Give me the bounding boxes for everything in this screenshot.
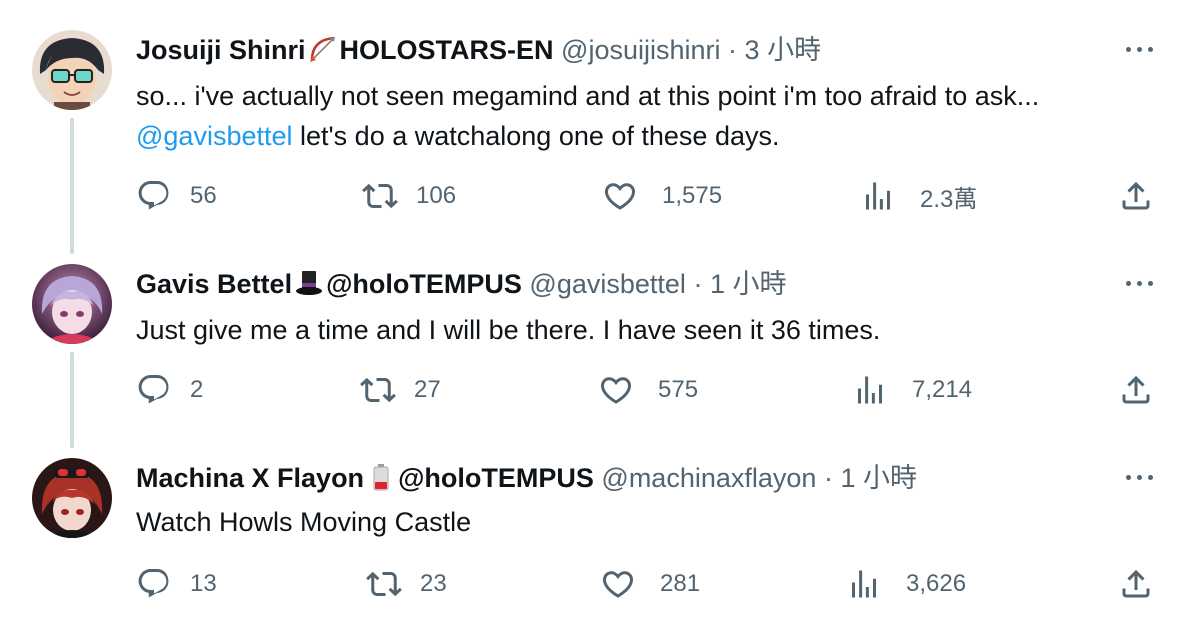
retweet-icon [360,377,396,403]
tweet-text: Just give me a time and I will be there.… [136,315,881,345]
action-bar: 2 27 575 7,214 [0,372,1190,416]
retweet-button[interactable]: 106 [362,178,456,214]
retweet-icon [362,183,398,209]
more-icon [1126,281,1131,286]
mention-link[interactable]: @gavisbettel [136,121,293,151]
like-count: 1,575 [662,182,723,209]
top-hat-emoji-icon [294,268,324,298]
heart-icon [602,571,634,598]
views-count: 3,626 [906,570,967,597]
retweet-count: 106 [416,182,457,209]
action-bar: 13 23 281 3,626 [0,566,1190,610]
bow-arrow-emoji-icon [308,34,338,64]
reply-button[interactable]: 2 [136,372,203,408]
share-button[interactable] [1118,372,1154,408]
reply-button[interactable]: 56 [136,178,217,214]
tweet-text: so... i've actually not seen megamind an… [136,81,1040,151]
avatar-machina-x-flayon[interactable] [32,458,112,538]
timestamp[interactable]: 3 小時 [745,35,822,65]
reply-count: 2 [190,376,204,403]
heart-icon [604,183,636,210]
share-icon [1122,375,1150,404]
like-count: 575 [658,376,699,403]
display-name-tag: HOLOSTARS-EN [339,35,554,65]
heart-icon [600,377,632,404]
reply-icon [138,569,169,598]
reply-icon [138,375,169,404]
views-icon [866,182,890,210]
views-button[interactable]: 3,626 [846,566,966,602]
tweet-josuiji-shinri[interactable]: Josuiji Shinri HOLOSTARS-EN @josuijishinr… [0,0,1190,240]
tweet-header: Josuiji Shinri HOLOSTARS-EN @josuijishinr… [136,32,821,68]
reply-count: 13 [190,570,217,597]
reply-count: 56 [190,182,217,209]
more-button[interactable] [1120,268,1160,298]
retweet-count: 23 [420,570,447,597]
timestamp[interactable]: 1 小時 [840,463,917,493]
display-name-tag: @holoTEMPUS [326,269,522,299]
retweet-count: 27 [414,376,441,403]
retweet-icon [366,571,402,597]
separator-dot: · [823,463,833,493]
like-count: 281 [660,570,701,597]
display-name-tag: @holoTEMPUS [398,463,594,493]
views-button[interactable]: 7,214 [852,372,972,408]
views-button[interactable]: 2.3萬 [860,178,977,214]
reply-button[interactable]: 13 [136,566,217,602]
reply-icon [138,181,169,210]
timestamp[interactable]: 1 小時 [710,269,787,299]
display-name[interactable]: Gavis Bettel [136,269,292,299]
retweet-button[interactable]: 27 [360,372,441,408]
share-icon [1122,569,1150,598]
display-name[interactable]: Josuiji Shinri [136,35,306,65]
share-button[interactable] [1118,566,1154,602]
share-icon [1122,181,1150,210]
avatar-josuiji-shinri[interactable] [32,30,112,110]
avatar-gavis-bettel[interactable] [32,264,112,344]
more-icon [1126,475,1131,480]
battery-emoji-icon [366,462,396,492]
tweet-header: Machina X Flayon @holoTEMPUS @machinaxfla… [136,460,917,496]
tweet-header: Gavis Bettel @holoTEMPUS @gavisbettel · 1… [136,266,786,302]
more-icon [1126,47,1131,52]
display-name[interactable]: Machina X Flayon [136,463,364,493]
tweet-gavis-bettel[interactable]: Gavis Bettel @holoTEMPUS @gavisbettel · 1… [0,240,1190,436]
views-icon [852,570,876,598]
views-count: 2.3萬 [920,185,978,213]
share-button[interactable] [1118,178,1154,214]
more-button[interactable] [1120,34,1160,64]
like-button[interactable]: 575 [598,372,698,408]
views-icon [858,376,882,404]
separator-dot: · [693,269,703,299]
action-bar: 56 106 1,575 2.3萬 [0,178,1190,222]
views-count: 7,214 [912,376,973,403]
user-handle[interactable]: @josuijishinri [561,35,720,65]
tweet-text: Watch Howls Moving Castle [136,507,472,537]
user-handle[interactable]: @machinaxflayon [601,463,816,493]
separator-dot: · [728,35,738,65]
user-handle[interactable]: @gavisbettel [529,269,686,299]
like-button[interactable]: 281 [600,566,700,602]
more-button[interactable] [1120,462,1160,492]
tweet-machina-x-flayon[interactable]: Machina X Flayon @holoTEMPUS @machinaxfla… [0,436,1190,628]
retweet-button[interactable]: 23 [366,566,447,602]
like-button[interactable]: 1,575 [602,178,722,214]
